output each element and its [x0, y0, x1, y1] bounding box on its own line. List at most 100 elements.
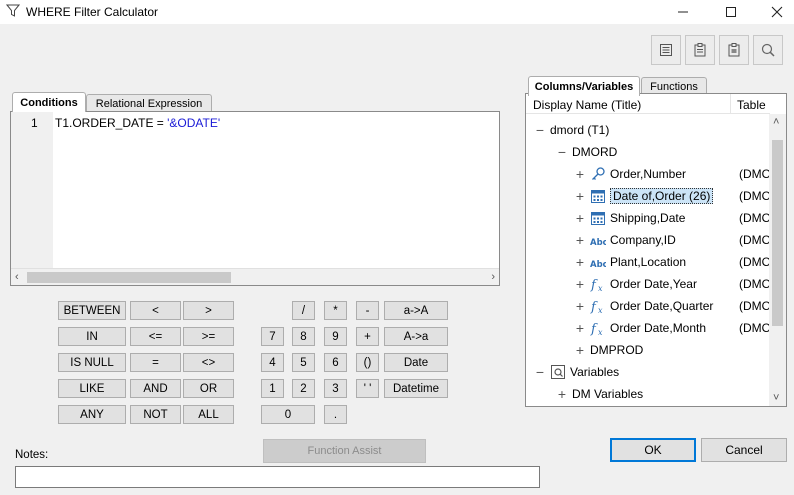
calendar-icon	[590, 210, 606, 226]
scrollbar-thumb[interactable]	[27, 272, 231, 283]
op-divide-button[interactable]: /	[292, 301, 315, 320]
minimize-button[interactable]	[660, 0, 706, 24]
search-icon	[760, 42, 776, 58]
tree-segment[interactable]: − DMORD	[556, 142, 617, 162]
key-1-button[interactable]: 1	[261, 379, 284, 398]
scroll-up-icon[interactable]: ˄	[773, 116, 779, 128]
field-table: (DMO	[739, 255, 771, 269]
function-icon: fx	[590, 298, 606, 314]
ok-button[interactable]: OK	[610, 438, 696, 462]
key-icon	[590, 166, 606, 182]
scrollbar-thumb[interactable]	[772, 140, 783, 326]
function-icon: fx	[590, 276, 606, 292]
op-lowercase-button[interactable]: A->a	[384, 327, 448, 346]
svg-text:x: x	[598, 328, 603, 336]
expand-icon[interactable]: +	[574, 255, 586, 269]
tree-field[interactable]: + fx Order Date,Month	[574, 318, 706, 338]
tree-field-selected[interactable]: + Date of,Order (26)	[574, 186, 714, 206]
op-not-button[interactable]: NOT	[130, 405, 181, 424]
expand-icon[interactable]: +	[574, 189, 586, 203]
op-datetime-button[interactable]: Datetime	[384, 379, 448, 398]
search-button[interactable]	[753, 35, 783, 65]
op-quotes-button[interactable]: ' '	[356, 379, 379, 398]
function-assist-button[interactable]: Function Assist	[263, 439, 426, 463]
header-table[interactable]: Table	[730, 94, 766, 114]
condition-editor[interactable]: 1 T1.ORDER_DATE = '&ODATE' ‹ ›	[10, 111, 500, 286]
key-9-button[interactable]: 9	[324, 327, 347, 346]
key-4-button[interactable]: 4	[261, 353, 284, 372]
tree-vertical-scrollbar[interactable]: ˄ ˅	[769, 114, 786, 406]
tab-relational-expression[interactable]: Relational Expression	[86, 94, 212, 112]
paste-button[interactable]	[719, 35, 749, 65]
tree-field[interactable]: + Shipping,Date	[574, 208, 685, 228]
collapse-icon[interactable]: −	[534, 123, 546, 137]
op-greater-equal-button[interactable]: >=	[183, 327, 234, 346]
close-button[interactable]	[754, 0, 794, 24]
tab-conditions[interactable]: Conditions	[12, 92, 86, 112]
tab-columns-variables[interactable]: Columns/Variables	[528, 76, 640, 96]
filter-icon	[5, 4, 21, 18]
expand-icon[interactable]: +	[574, 167, 586, 181]
tree-dm-variables[interactable]: + DM Variables	[556, 384, 643, 404]
op-parentheses-button[interactable]: ()	[356, 353, 379, 372]
op-all-button[interactable]: ALL	[183, 405, 234, 424]
scroll-down-icon[interactable]: ˅	[773, 392, 779, 404]
key-8-button[interactable]: 8	[292, 327, 315, 346]
key-7-button[interactable]: 7	[261, 327, 284, 346]
expand-icon[interactable]: +	[574, 277, 586, 291]
op-like-button[interactable]: LIKE	[58, 379, 126, 398]
key-0-button[interactable]: 0	[261, 405, 315, 424]
expand-icon[interactable]: +	[556, 387, 568, 401]
field-table: (DMO	[739, 189, 771, 203]
scroll-right-icon[interactable]: ›	[491, 271, 495, 283]
op-multiply-button[interactable]: *	[324, 301, 347, 320]
tree-variables[interactable]: − Variables	[534, 362, 619, 382]
op-between-button[interactable]: BETWEEN	[58, 301, 126, 320]
expand-icon[interactable]: +	[574, 321, 586, 335]
header-display-name[interactable]: Display Name (Title)	[533, 98, 641, 112]
op-less-equal-button[interactable]: <=	[130, 327, 181, 346]
expand-icon[interactable]: +	[574, 299, 586, 313]
tree-segment-dmprod[interactable]: + DMPROD	[574, 340, 643, 360]
tree-field[interactable]: + Order,Number	[574, 164, 686, 184]
key-3-button[interactable]: 3	[324, 379, 347, 398]
tree-root-label: dmord (T1)	[550, 123, 610, 137]
key-6-button[interactable]: 6	[324, 353, 347, 372]
expand-icon[interactable]: +	[574, 211, 586, 225]
tree-field[interactable]: + Abc Company,ID	[574, 230, 676, 250]
clipboard-icon	[692, 42, 708, 58]
op-less-than-button[interactable]: <	[130, 301, 181, 320]
key-5-button[interactable]: 5	[292, 353, 315, 372]
op-greater-than-button[interactable]: >	[183, 301, 234, 320]
op-and-button[interactable]: AND	[130, 379, 181, 398]
svg-text:f: f	[590, 278, 598, 292]
op-in-button[interactable]: IN	[58, 327, 126, 346]
cancel-button[interactable]: Cancel	[701, 438, 787, 462]
op-is-null-button[interactable]: IS NULL	[58, 353, 126, 372]
field-label: Company,ID	[610, 233, 676, 247]
collapse-icon[interactable]: −	[534, 365, 546, 379]
key-2-button[interactable]: 2	[292, 379, 315, 398]
op-any-button[interactable]: ANY	[58, 405, 126, 424]
scroll-left-icon[interactable]: ‹	[15, 271, 19, 283]
op-or-button[interactable]: OR	[183, 379, 234, 398]
op-date-button[interactable]: Date	[384, 353, 448, 372]
key-decimal-button[interactable]: .	[324, 405, 347, 424]
maximize-button[interactable]	[708, 0, 754, 24]
op-plus-button[interactable]: +	[356, 327, 379, 346]
tree-field[interactable]: + fx Order Date,Quarter	[574, 296, 713, 316]
collapse-icon[interactable]: −	[556, 145, 568, 159]
tree-root[interactable]: − dmord (T1)	[534, 120, 609, 140]
expand-icon[interactable]: +	[574, 343, 586, 357]
expand-icon[interactable]: +	[574, 233, 586, 247]
editor-horizontal-scrollbar[interactable]: ‹ ›	[11, 268, 499, 285]
notes-input[interactable]	[15, 466, 540, 488]
op-minus-button[interactable]: -	[356, 301, 379, 320]
op-not-equal-button[interactable]: <>	[183, 353, 234, 372]
tree-field[interactable]: + Abc Plant,Location	[574, 252, 686, 272]
op-uppercase-button[interactable]: a->A	[384, 301, 448, 320]
tree-field[interactable]: + fx Order Date,Year	[574, 274, 697, 294]
list-view-button[interactable]	[651, 35, 681, 65]
clipboard-button[interactable]	[685, 35, 715, 65]
op-equals-button[interactable]: =	[130, 353, 181, 372]
